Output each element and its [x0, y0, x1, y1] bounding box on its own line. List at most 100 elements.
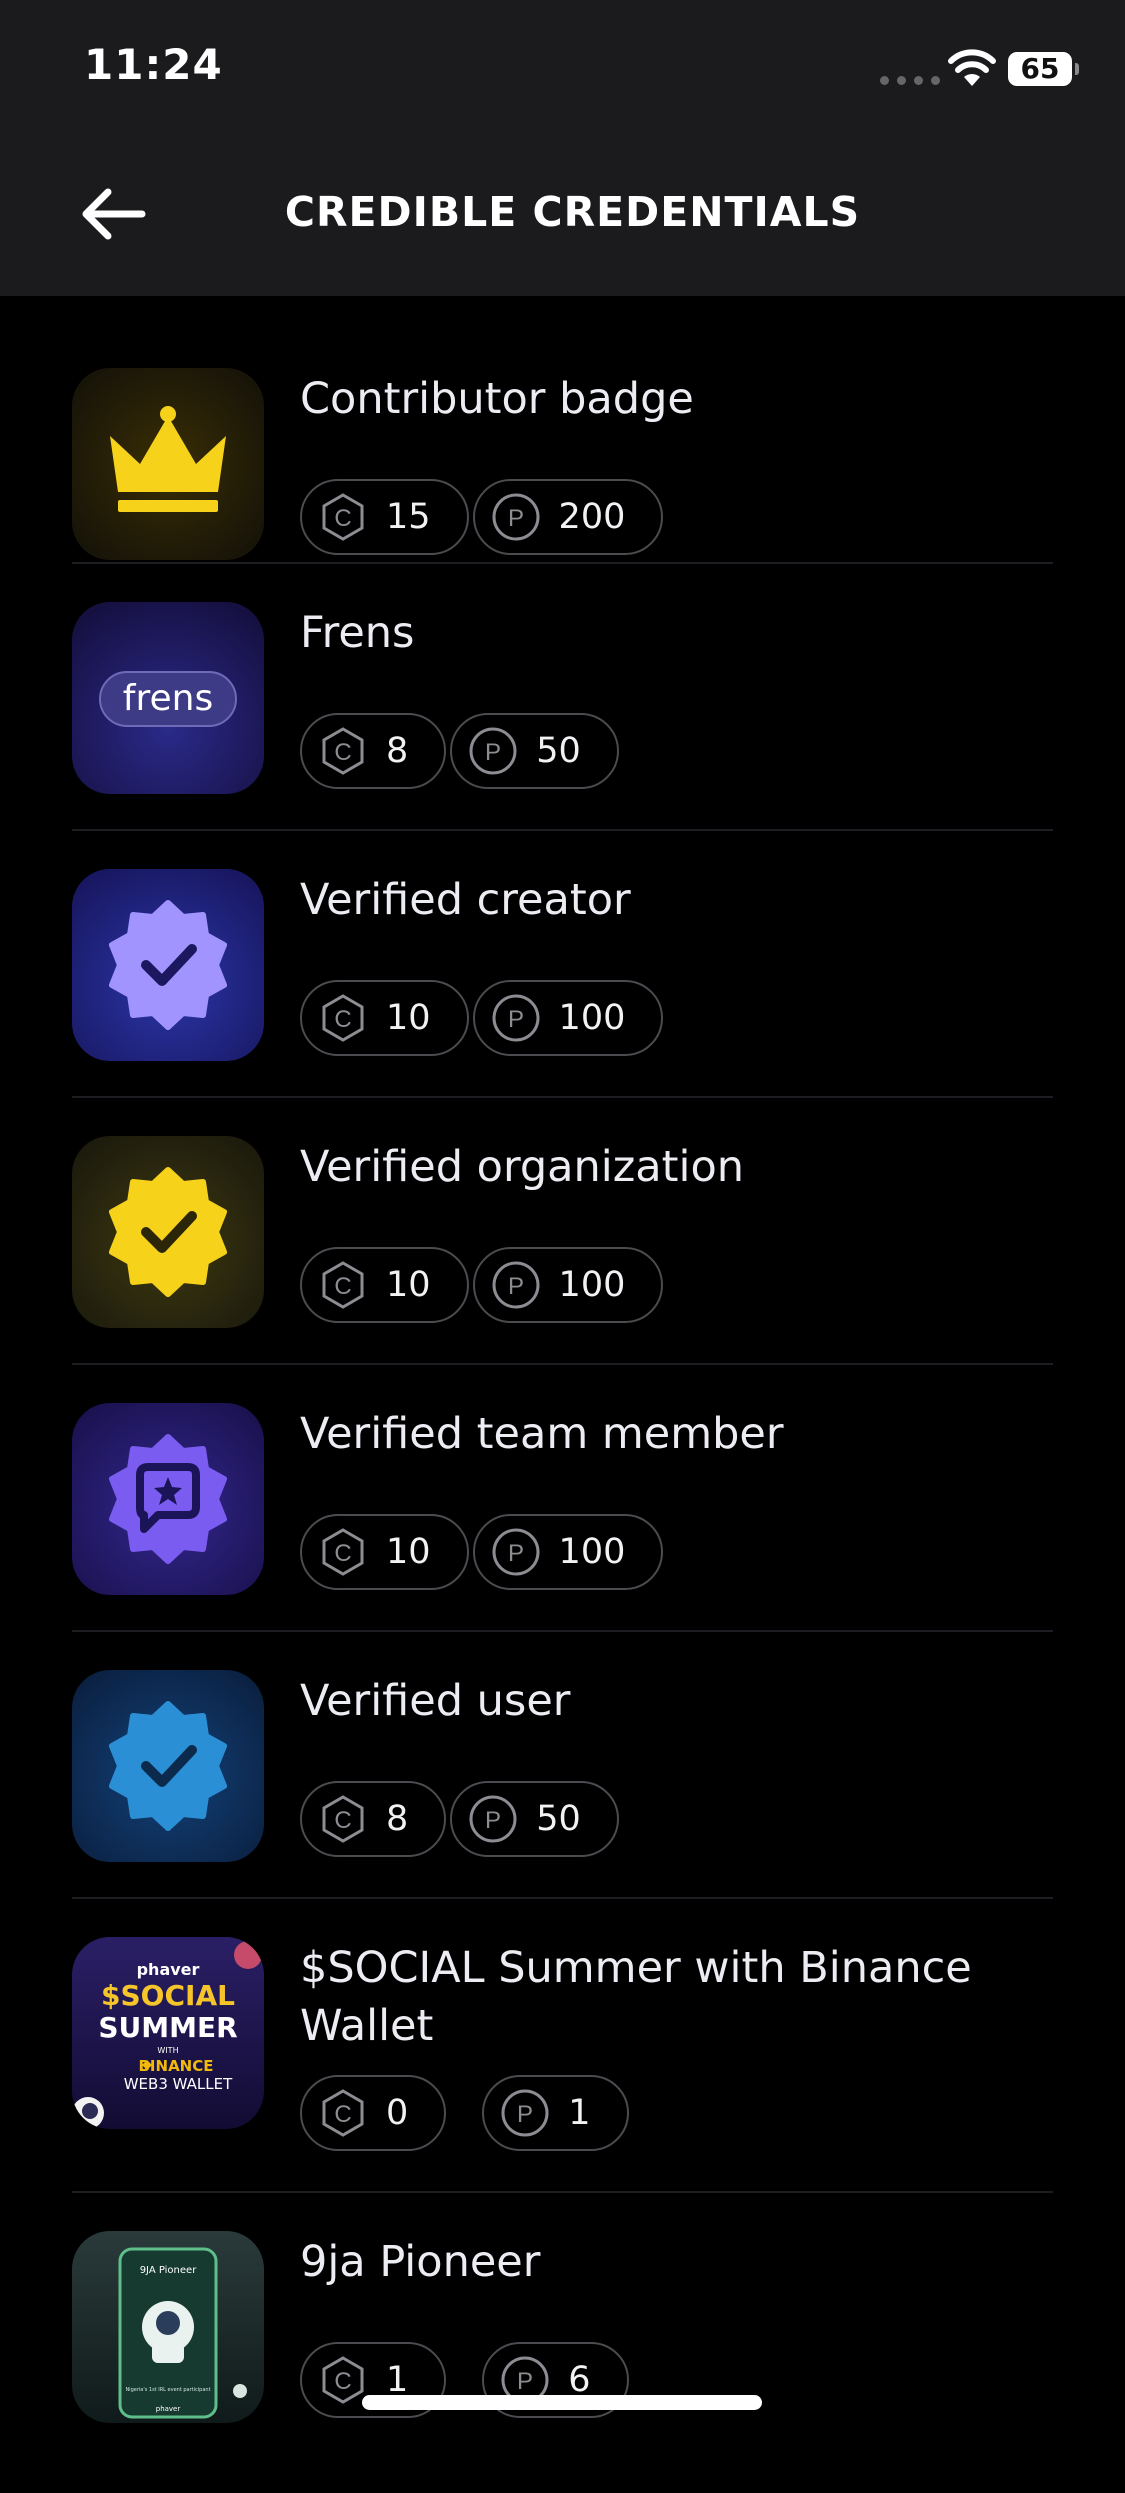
hexagon-c-icon: C — [322, 493, 364, 541]
points-value: 50 — [536, 1799, 581, 1839]
credibility-value: 15 — [386, 497, 431, 537]
cellular-signal-icon — [880, 76, 940, 85]
circle-p-icon: P — [469, 727, 517, 775]
svg-text:P: P — [508, 505, 524, 532]
svg-text:P: P — [508, 1540, 524, 1567]
credential-item[interactable]: Verified user C 8 P 50 — [72, 1632, 1053, 1899]
points-value: 100 — [558, 998, 626, 1038]
hexagon-c-icon: C — [322, 1795, 364, 1843]
credential-name: Frens — [300, 608, 415, 658]
credibility-value: 10 — [386, 998, 431, 1038]
circle-p-icon: P — [492, 994, 540, 1042]
credential-name: $SOCIAL Summer with Binance Wallet — [300, 1943, 972, 2051]
svg-text:C: C — [334, 505, 351, 532]
pioneer-art-caption: Nigeria's 1st IRL event participant — [125, 2387, 210, 2393]
credibility-value: 10 — [386, 1532, 431, 1572]
circle-p-icon: P — [492, 493, 540, 541]
svg-text:P: P — [508, 1273, 524, 1300]
credential-name: Verified team member — [300, 1409, 784, 1459]
svg-text:P: P — [485, 739, 501, 766]
verified-badge-icon — [72, 1670, 264, 1862]
credential-item[interactable]: Verified team member C 10 P 100 — [72, 1365, 1053, 1632]
crown-icon — [72, 368, 264, 560]
svg-text:P: P — [517, 2101, 533, 2128]
battery-indicator: 65 — [1008, 52, 1079, 86]
social-art-with: WITH — [157, 2046, 178, 2055]
verified-badge-icon — [72, 1136, 264, 1328]
circle-p-icon: P — [501, 2089, 549, 2137]
social-art-line1: $SOCIAL — [101, 1979, 235, 2012]
points-pill: P 200 — [472, 479, 664, 555]
points-value: 100 — [558, 1265, 626, 1305]
credibility-pill: C 10 — [300, 980, 469, 1056]
status-time: 11:24 — [84, 40, 223, 89]
svg-text:P: P — [517, 2368, 533, 2395]
points-value: 1 — [568, 2093, 591, 2133]
svg-text:C: C — [334, 2368, 351, 2395]
hexagon-c-icon: C — [322, 994, 364, 1042]
credibility-pill: C 8 — [300, 713, 447, 789]
page-title: CREDIBLE CREDENTIALS — [284, 188, 861, 236]
points-value: 200 — [558, 497, 626, 537]
svg-text:C: C — [334, 1807, 351, 1834]
points-pill: P 50 — [450, 1781, 619, 1857]
credential-item[interactable]: 9JA Pioneer Nigeria's 1st IRL event part… — [72, 2193, 1053, 2493]
points-value: 6 — [568, 2360, 591, 2400]
credential-item[interactable]: Verified organization C 10 P 100 — [72, 1098, 1053, 1365]
points-value: 100 — [558, 1532, 626, 1572]
circle-p-icon: P — [492, 1261, 540, 1309]
credential-item[interactable]: Contributor badge C 15 P 200 — [72, 296, 1053, 564]
frens-logo-text: frens — [123, 678, 213, 719]
credential-item[interactable]: phaver $SOCIAL SUMMER WITH BINANCE WEB3 … — [72, 1899, 1053, 2193]
wifi-icon — [948, 49, 996, 86]
credibility-value: 0 — [386, 2093, 409, 2133]
credibility-pill: C 0 — [300, 2075, 447, 2151]
points-pill: P 100 — [472, 1514, 664, 1590]
social-summer-image: phaver $SOCIAL SUMMER WITH BINANCE WEB3 … — [72, 1937, 264, 2129]
credibility-pill: C 8 — [300, 1781, 447, 1857]
credential-item[interactable]: frens Frens C 8 P 50 — [72, 564, 1053, 831]
circle-p-icon: P — [469, 1795, 517, 1843]
svg-text:C: C — [334, 2101, 351, 2128]
credibility-value: 8 — [386, 731, 409, 771]
social-art-brand: phaver — [137, 1960, 200, 1979]
svg-text:P: P — [508, 1006, 524, 1033]
pioneer-art-title: 9JA Pioneer — [140, 2265, 198, 2276]
credential-name: 9ja Pioneer — [300, 2237, 541, 2287]
credential-item[interactable]: Verified creator C 10 P 100 — [72, 831, 1053, 1098]
points-pill: P 100 — [472, 980, 664, 1056]
frens-logo: frens — [72, 602, 264, 794]
svg-text:C: C — [334, 739, 351, 766]
svg-text:C: C — [334, 1540, 351, 1567]
verified-badge-icon — [72, 869, 264, 1061]
credential-name: Verified organization — [300, 1142, 745, 1192]
points-value: 50 — [536, 731, 581, 771]
social-art-wallet: WEB3 WALLET — [124, 2075, 233, 2093]
credibility-value: 10 — [386, 1265, 431, 1305]
top-bar: 11:24 65 CREDIBLE CREDENTIALS — [0, 0, 1125, 296]
credibility-value: 8 — [386, 1799, 409, 1839]
hexagon-c-icon: C — [322, 727, 364, 775]
credential-name: Verified creator — [300, 875, 631, 925]
credentials-list: Contributor badge C 15 P 200 frens Frens — [72, 296, 1053, 2493]
points-pill: P 100 — [472, 1247, 664, 1323]
hexagon-c-icon: C — [322, 1261, 364, 1309]
hexagon-c-icon: C — [322, 1528, 364, 1576]
credential-name: Contributor badge — [300, 374, 694, 424]
svg-text:C: C — [334, 1273, 351, 1300]
credibility-pill: C 15 — [300, 479, 469, 555]
circle-p-icon: P — [492, 1528, 540, 1576]
home-indicator[interactable] — [362, 2395, 762, 2410]
credibility-pill: C 10 — [300, 1514, 469, 1590]
pioneer-art-brand: phaver — [156, 2405, 181, 2413]
9ja-pioneer-image: 9JA Pioneer Nigeria's 1st IRL event part… — [72, 2231, 264, 2423]
points-pill: P 50 — [450, 713, 619, 789]
credibility-pill: C 10 — [300, 1247, 469, 1323]
hexagon-c-icon: C — [322, 2356, 364, 2404]
credential-name: Verified user — [300, 1676, 571, 1726]
team-badge-icon — [72, 1403, 264, 1595]
credibility-value: 1 — [386, 2360, 409, 2400]
social-art-line2: SUMMER — [98, 2011, 237, 2044]
hexagon-c-icon: C — [322, 2089, 364, 2137]
svg-text:C: C — [334, 1006, 351, 1033]
